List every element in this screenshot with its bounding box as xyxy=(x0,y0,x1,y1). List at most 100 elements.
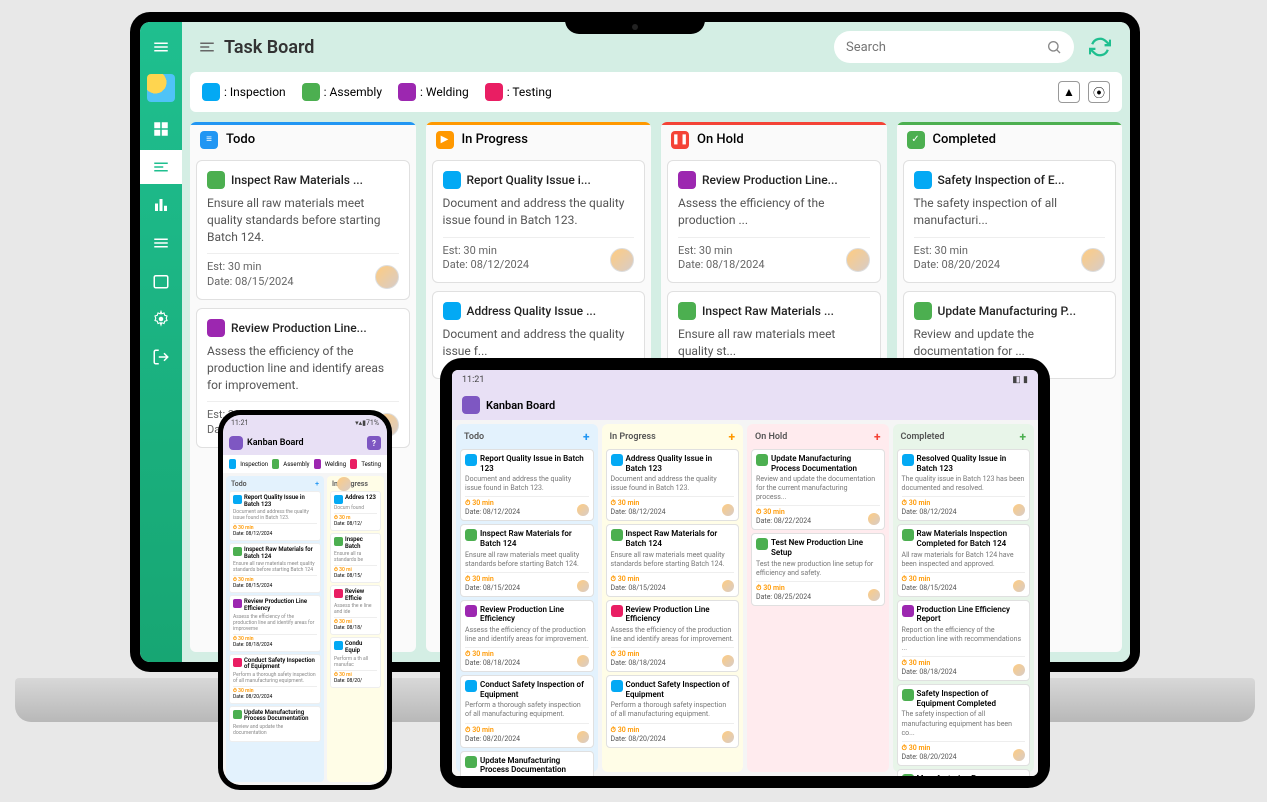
card-description: Ensure all ra standards be xyxy=(334,551,377,563)
task-card[interactable]: Raw Materials Inspection Completed for B… xyxy=(897,524,1031,596)
avatar xyxy=(846,248,870,272)
task-card[interactable]: Resolved Quality Issue in Batch 123 The … xyxy=(897,449,1031,521)
help-icon[interactable]: ? xyxy=(367,436,381,450)
task-card[interactable]: Report Quality Issue in Batch 123 Docume… xyxy=(229,491,321,541)
tag-icon xyxy=(465,529,477,541)
task-card[interactable]: Inspect Raw Materials for Batch 124 Ensu… xyxy=(460,524,594,596)
card-date: Date: 08/20/2024 xyxy=(914,258,1001,272)
task-card[interactable]: Review Efficie Assess the e line and ide… xyxy=(330,585,381,635)
task-card[interactable]: Condu Equip Perform a th all manufac ⏱ 3… xyxy=(330,637,381,687)
task-card[interactable]: Conduct Safety Inspection of Equipment P… xyxy=(229,654,321,704)
refresh-icon[interactable] xyxy=(1086,33,1114,61)
card-title: Review Production Line... xyxy=(702,173,838,187)
task-card[interactable]: Update Manufacturing Process Documentati… xyxy=(229,706,321,742)
task-card[interactable]: Production Line Efficiency Report Report… xyxy=(897,600,1031,681)
task-card[interactable]: Safety Inspection of Equipment Completed… xyxy=(897,684,1031,765)
card-description: The safety inspection of all manufacturi… xyxy=(914,195,1106,229)
task-card[interactable]: Conduct Safety Inspection of Equipment P… xyxy=(606,675,740,747)
task-card[interactable]: Inspect Raw Materials for Batch 124 Ensu… xyxy=(229,543,321,593)
board-icon[interactable] xyxy=(140,150,182,184)
add-icon[interactable]: + xyxy=(728,430,735,444)
card-title: Report Quality Issue in Batch 123 xyxy=(244,495,317,508)
card-estimate: ⏱ 30 min xyxy=(902,575,957,584)
card-description: Review and update the documentation xyxy=(233,724,317,736)
card-title: Production Line Efficiency Report xyxy=(917,605,1026,624)
task-card[interactable]: Conduct Safety Inspection of Equipment P… xyxy=(460,675,594,747)
page-title: Task Board xyxy=(198,37,314,58)
add-icon[interactable]: + xyxy=(315,480,319,488)
task-card[interactable]: Report Quality Issue i... Document and a… xyxy=(432,160,646,283)
task-card[interactable]: Test New Production Line Setup Test the … xyxy=(751,533,885,605)
tablet-column-hold: On Hold+ Update Manufacturing Process Do… xyxy=(747,424,889,772)
task-card[interactable]: Manufacturing Process Documentation Upda… xyxy=(897,769,1031,776)
task-card[interactable]: Update Manufacturing Process Documentati… xyxy=(751,449,885,530)
card-title: Update Manufacturing Process Documentati… xyxy=(244,710,317,723)
card-title: Conduct Safety Inspection of Equipment xyxy=(244,658,317,671)
task-card[interactable]: Addres 123 Docum found ⏱ 30 mDate: 08/12… xyxy=(330,491,381,531)
card-estimate: ⏱ 30 min xyxy=(756,508,811,517)
app-logo xyxy=(147,74,175,102)
phone-header: Kanban Board ? xyxy=(223,431,387,455)
card-date: Date: 08/18/2024 xyxy=(902,668,957,676)
legend-welding: : Welding xyxy=(398,83,469,101)
avatar xyxy=(722,504,734,516)
search-input[interactable] xyxy=(834,31,1074,63)
avatar xyxy=(1013,504,1025,516)
phone-legend: Inspection Assembly Welding Testing xyxy=(223,455,387,473)
task-card[interactable]: Review Production Line Efficiency Assess… xyxy=(606,600,740,672)
tag-icon xyxy=(914,171,932,189)
avatar xyxy=(868,513,880,525)
add-icon[interactable]: + xyxy=(583,430,590,444)
search-icon xyxy=(1046,39,1062,55)
card-title: Update Manufacturing P... xyxy=(938,304,1077,318)
tag-icon xyxy=(611,680,623,692)
avatar xyxy=(577,731,589,743)
hierarchy-icon[interactable]: ⦿ xyxy=(1088,81,1110,103)
task-card[interactable]: Report Quality Issue in Batch 123 Docume… xyxy=(460,449,594,521)
task-card[interactable]: Safety Inspection of E... The safety ins… xyxy=(903,160,1117,283)
tag-icon xyxy=(902,774,914,776)
calendar-icon[interactable] xyxy=(140,264,182,298)
avatar xyxy=(577,504,589,516)
list-icon[interactable] xyxy=(140,226,182,260)
sidebar xyxy=(140,22,182,662)
card-date: Date: 08/20/2024 xyxy=(902,753,957,761)
task-card[interactable]: Review Production Line Efficiency Assess… xyxy=(229,595,321,651)
card-title: Safety Inspection of Equipment Completed xyxy=(917,689,1026,708)
tag-icon xyxy=(207,171,225,189)
card-date: Date: 08/18/2024 xyxy=(678,258,765,272)
settings-icon[interactable] xyxy=(140,302,182,336)
chart-icon[interactable] xyxy=(140,188,182,222)
task-card[interactable]: Review Production Line Efficiency Assess… xyxy=(460,600,594,672)
avatar xyxy=(1013,580,1025,592)
task-card[interactable]: Inspec Batch Ensure all ra standards be … xyxy=(330,533,381,583)
task-card[interactable]: Inspect Raw Materials for Batch 124 Ensu… xyxy=(606,524,740,596)
menu-icon[interactable] xyxy=(140,30,182,64)
tag-icon xyxy=(902,689,914,701)
card-description: Review and update the documentation for … xyxy=(914,326,1106,360)
tag-icon xyxy=(678,302,696,320)
add-icon[interactable]: + xyxy=(874,430,881,444)
dashboard-icon[interactable] xyxy=(140,112,182,146)
card-estimate: ⏱ 30 min xyxy=(611,575,666,584)
tag-icon xyxy=(756,538,768,550)
avatar xyxy=(722,731,734,743)
card-date: Date: 08/18/ xyxy=(334,625,362,631)
tag-icon xyxy=(756,454,768,466)
task-card[interactable]: Update Manufacturing Process Documentati… xyxy=(460,751,594,777)
card-date: Date: 08/12/ xyxy=(334,521,362,527)
card-description: Assess the efficiency of the production … xyxy=(611,626,735,644)
task-card[interactable]: Review Production Line... Assess the eff… xyxy=(667,160,881,283)
tag-icon xyxy=(233,495,242,504)
tablet-column-done: Completed+ Resolved Quality Issue in Bat… xyxy=(893,424,1035,772)
tag-icon xyxy=(207,319,225,337)
tablet-column-todo: Todo+ Report Quality Issue in Batch 123 … xyxy=(456,424,598,772)
warning-icon[interactable]: ▲ xyxy=(1058,81,1080,103)
legend-testing: : Testing xyxy=(485,83,552,101)
task-card[interactable]: Inspect Raw Materials ... Ensure all raw… xyxy=(196,160,410,300)
card-title: Review Production Line... xyxy=(231,321,367,335)
task-card[interactable]: Address Quality Issue in Batch 123 Docum… xyxy=(606,449,740,521)
logout-icon[interactable] xyxy=(140,340,182,374)
add-icon[interactable]: + xyxy=(1019,430,1026,444)
card-estimate: ⏱ 30 min xyxy=(902,659,957,668)
